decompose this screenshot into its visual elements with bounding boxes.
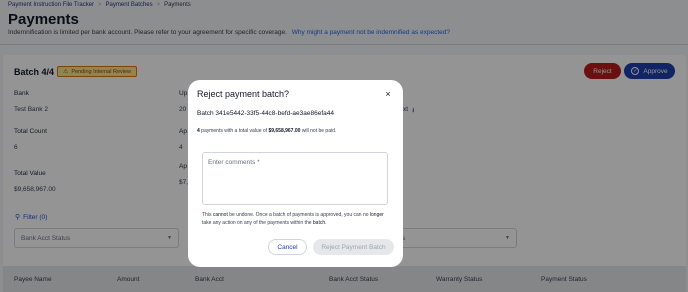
warning-emphasis: batch. [312, 220, 327, 226]
dialog-title: Reject payment batch? [197, 89, 290, 99]
warning-part: take any action on any of the payments w… [202, 220, 312, 226]
irreversible-warning: This cannot be undone. Once a batch of p… [202, 211, 390, 227]
warning-part: This [202, 212, 212, 218]
reject-payment-batch-button[interactable]: Reject Payment Batch [313, 239, 394, 255]
summary-end: will not be paid. [301, 128, 337, 134]
warning-emphasis: cannot [212, 212, 228, 218]
payment-count: 4 [197, 128, 200, 134]
warning-part: be undone. Once a batch of payments is a… [229, 212, 369, 218]
warning-emphasis: longer [369, 212, 384, 218]
batch-id: Batch 341e5442-33f5-44c8-befd-ae3ae86efa… [197, 110, 334, 117]
summary-total-value: $9,658,967.00 [268, 128, 301, 134]
cancel-button[interactable]: Cancel [268, 239, 307, 255]
summary-middle: payments with a total value of [201, 128, 268, 134]
close-icon[interactable]: × [383, 89, 393, 99]
reject-summary: 4 payments with a total value of $9,658,… [197, 128, 336, 134]
comments-placeholder: Enter comments * [208, 159, 260, 166]
